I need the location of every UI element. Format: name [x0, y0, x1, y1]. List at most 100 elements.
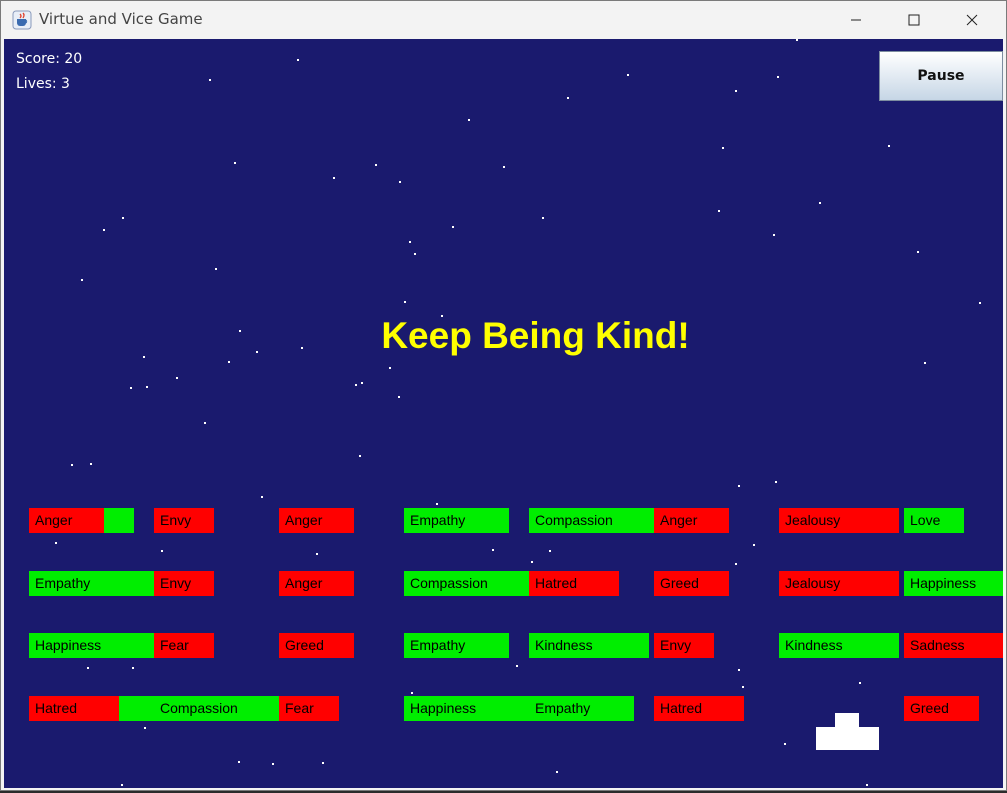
star [549, 550, 551, 552]
star [398, 396, 400, 398]
star [773, 234, 775, 236]
brick-vice: Greed [279, 633, 354, 658]
star [819, 202, 821, 204]
brick-vice: Jealousy [779, 508, 899, 533]
star [132, 667, 134, 669]
star [409, 241, 411, 243]
game-window: Virtue and Vice Game Score: 20 Lives: 3 … [0, 0, 1007, 791]
star [176, 377, 178, 379]
brick-vice: Jealousy [779, 571, 899, 596]
star [567, 97, 569, 99]
star [146, 386, 148, 388]
star [215, 268, 217, 270]
brick-virtue [104, 508, 134, 533]
brick-vice: Anger [29, 508, 104, 533]
brick-virtue: Happiness [29, 633, 154, 658]
star [492, 549, 494, 551]
lives-label: Lives: 3 [16, 76, 70, 92]
star [738, 669, 740, 671]
window-title: Virtue and Vice Game [39, 10, 203, 28]
star [627, 74, 629, 76]
close-button[interactable] [943, 1, 1001, 39]
brick-virtue: Empathy [404, 633, 509, 658]
status-message: Keep Being Kind! [381, 315, 690, 356]
brick-vice: Greed [654, 571, 729, 596]
title-bar[interactable]: Virtue and Vice Game [1, 1, 1006, 39]
brick-virtue: Empathy [529, 696, 634, 721]
pause-button[interactable]: Pause [879, 51, 1003, 101]
brick-vice: Greed [904, 696, 979, 721]
star [228, 361, 230, 363]
star [718, 210, 720, 212]
star [375, 164, 377, 166]
star [234, 162, 236, 164]
star [87, 667, 89, 669]
player-ship-top [835, 713, 859, 727]
star [542, 217, 544, 219]
star [503, 166, 505, 168]
star [556, 771, 558, 773]
star [735, 90, 737, 92]
brick-vice: Anger [279, 571, 354, 596]
star [738, 485, 740, 487]
brick-vice: Anger [654, 508, 729, 533]
star [917, 251, 919, 253]
star [161, 550, 163, 552]
brick-virtue: Happiness [904, 571, 1003, 596]
star [322, 762, 324, 764]
star [122, 217, 124, 219]
star [775, 481, 777, 483]
minimize-button[interactable] [827, 1, 885, 39]
star [389, 367, 391, 369]
star [859, 682, 861, 684]
star [316, 553, 318, 555]
star [144, 727, 146, 729]
star [103, 229, 105, 231]
star [753, 544, 755, 546]
brick-virtue: Compassion [404, 571, 529, 596]
brick-vice: Envy [654, 633, 714, 658]
star [404, 301, 406, 303]
star [399, 181, 401, 183]
star [261, 496, 263, 498]
star [355, 384, 357, 386]
brick-virtue: Kindness [779, 633, 899, 658]
player-ship [816, 727, 879, 750]
star [71, 464, 73, 466]
brick-virtue: Kindness [529, 633, 649, 658]
star [333, 177, 335, 179]
brick-vice: Fear [154, 633, 214, 658]
star [452, 226, 454, 228]
star [121, 784, 123, 786]
game-canvas[interactable]: Score: 20 Lives: 3 Pause Keep Being Kind… [4, 39, 1003, 788]
maximize-button[interactable] [885, 1, 943, 39]
brick-virtue: Compassion [119, 696, 279, 721]
brick-virtue: Compassion [529, 508, 654, 533]
star [866, 784, 868, 786]
brick-vice: Envy [154, 571, 214, 596]
star [784, 743, 786, 745]
brick-virtue: Happiness [404, 696, 529, 721]
brick-vice: Envy [154, 508, 214, 533]
brick-vice: Anger [279, 508, 354, 533]
star [888, 145, 890, 147]
brick-vice: Hatred [529, 571, 619, 596]
star [796, 39, 798, 41]
brick-vice: Hatred [654, 696, 744, 721]
score-label: Score: 20 [16, 51, 83, 67]
star [516, 665, 518, 667]
star [468, 119, 470, 121]
star [90, 463, 92, 465]
java-cup-icon [12, 10, 32, 30]
star [297, 59, 299, 61]
star [361, 382, 363, 384]
star [130, 387, 132, 389]
brick-virtue: Empathy [404, 508, 509, 533]
star [777, 76, 779, 78]
close-icon [966, 14, 978, 26]
star [238, 761, 240, 763]
star [722, 147, 724, 149]
star [924, 362, 926, 364]
star [531, 561, 533, 563]
star [414, 253, 416, 255]
